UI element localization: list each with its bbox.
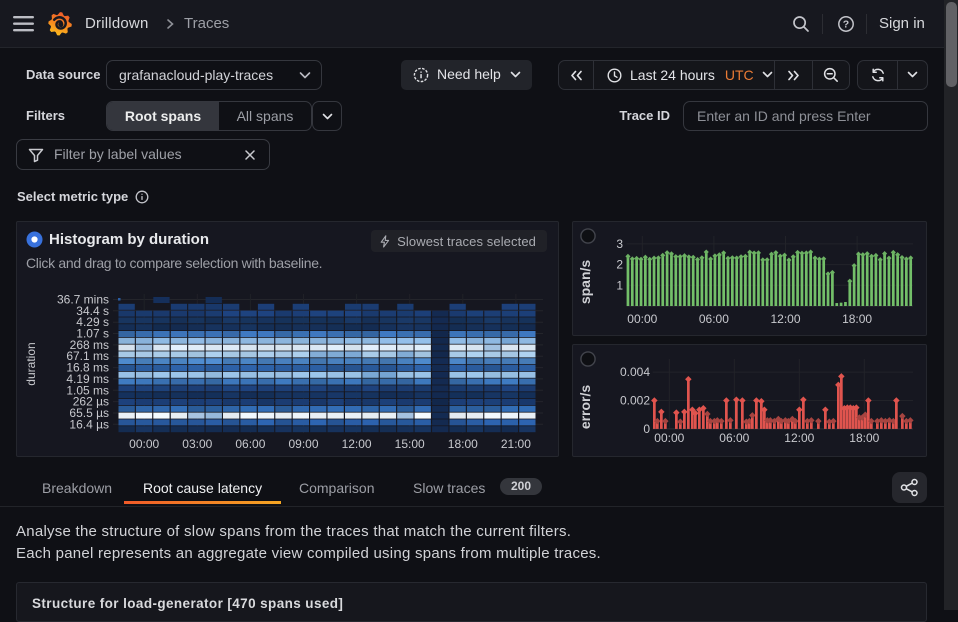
svg-text:06:00: 06:00 [235, 437, 265, 451]
svg-text:12:00: 12:00 [770, 312, 800, 326]
svg-text:duration: duration [24, 342, 38, 385]
svg-text:0.004: 0.004 [620, 365, 650, 379]
svg-text:18:00: 18:00 [448, 437, 478, 451]
svg-text:16.4 µs: 16.4 µs [69, 417, 109, 431]
svg-text:12:00: 12:00 [342, 437, 372, 451]
svg-text:21:00: 21:00 [501, 437, 531, 451]
svg-text:18:00: 18:00 [849, 431, 879, 445]
svg-text:00:00: 00:00 [654, 431, 684, 445]
svg-text:3: 3 [616, 237, 623, 251]
svg-text:06:00: 06:00 [719, 431, 749, 445]
svg-text:0.002: 0.002 [620, 394, 650, 408]
svg-text:?: ? [843, 19, 849, 31]
svg-text:03:00: 03:00 [182, 437, 212, 451]
svg-text:09:00: 09:00 [288, 437, 318, 451]
svg-text:00:00: 00:00 [627, 312, 657, 326]
svg-text:2: 2 [616, 258, 623, 272]
svg-text:0: 0 [643, 422, 650, 436]
svg-text:00:00: 00:00 [129, 437, 159, 451]
svg-text:06:00: 06:00 [699, 312, 729, 326]
svg-text:12:00: 12:00 [784, 431, 814, 445]
svg-text:1: 1 [616, 278, 623, 292]
svg-text:15:00: 15:00 [395, 437, 425, 451]
svg-text:18:00: 18:00 [842, 312, 872, 326]
